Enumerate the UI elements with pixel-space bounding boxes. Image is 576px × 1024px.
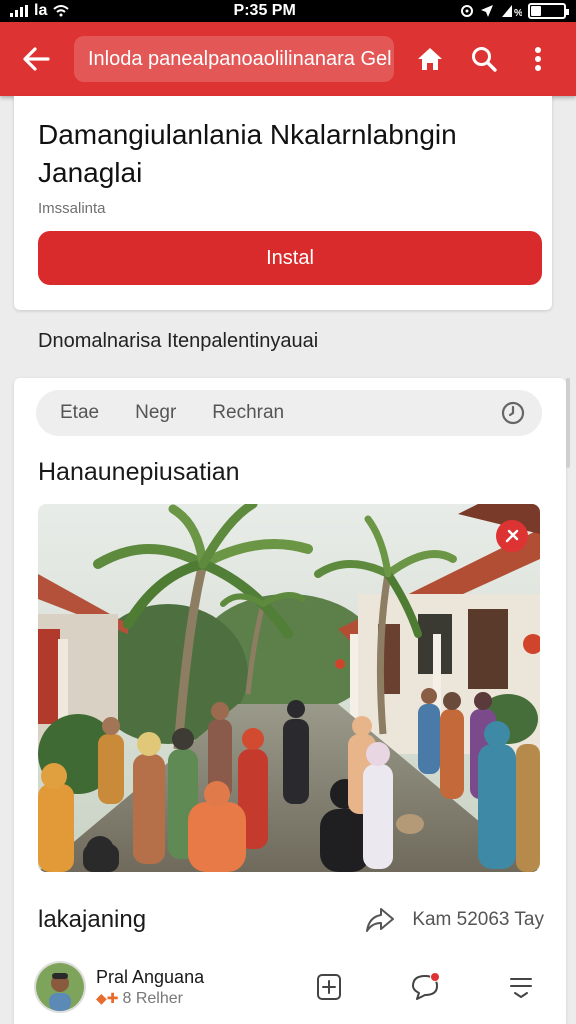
close-icon <box>505 529 519 543</box>
notification-dot <box>430 972 440 982</box>
photo-badge[interactable] <box>496 520 528 552</box>
author-meta: ◆✚ 8 Relher <box>96 990 204 1008</box>
share-button[interactable] <box>360 900 400 940</box>
add-post-icon <box>317 974 341 1000</box>
search-button[interactable] <box>460 35 508 83</box>
feed-card: Etae Negr Rechran Hanaunepiusatian lakaj… <box>14 378 566 1024</box>
add-post-button[interactable] <box>312 970 346 1004</box>
wifi-icon <box>53 5 69 17</box>
post-photo[interactable] <box>38 504 540 872</box>
location-arrow-icon <box>481 5 493 17</box>
status-left: la <box>10 2 69 20</box>
avatar-image <box>36 963 84 1011</box>
scrollbar[interactable] <box>566 378 570 468</box>
app-bar: Inloda panealpanoaolilinanara Gel <box>0 22 576 96</box>
install-button[interactable]: Instal <box>38 231 542 285</box>
author-info: Pral Anguana ◆✚ 8 Relher <box>96 967 204 1008</box>
filter-chip[interactable]: Rechran <box>212 402 284 424</box>
author-meta-text: 8 Relher <box>122 989 183 1007</box>
sync-icon <box>461 5 473 17</box>
menu-lines-icon <box>510 978 532 998</box>
app-title: Damangiulanlania Nkalarnlabngin Janaglai <box>38 119 457 188</box>
menu-button[interactable] <box>504 970 538 1004</box>
chat-button[interactable] <box>408 970 442 1004</box>
carrier-label: la <box>34 2 48 19</box>
search-icon <box>472 47 497 72</box>
post-stats: Kam 52063 Tay <box>412 909 544 930</box>
app-bar-actions <box>406 35 562 83</box>
feed-heading: Hanaunepiusatian <box>38 458 240 486</box>
author-name[interactable]: Pral Anguana <box>96 967 204 988</box>
home-button[interactable] <box>406 35 454 83</box>
share-icon <box>366 908 395 932</box>
status-right: % <box>460 3 569 19</box>
signal-icon <box>10 5 28 17</box>
back-arrow-icon <box>23 47 50 71</box>
filter-chip[interactable]: Negr <box>135 402 176 424</box>
post-meta-row: lakajaning Kam 52063 Tay <box>38 900 544 940</box>
status-bar: la P:35 PM % <box>0 0 576 22</box>
home-icon <box>418 48 442 70</box>
app-bar-title[interactable]: Inloda panealpanoaolilinanara Gel <box>74 36 394 82</box>
more-button[interactable] <box>514 35 562 83</box>
community-gathering-photo <box>38 504 540 872</box>
more-vertical-icon <box>535 47 541 71</box>
svg-text:%: % <box>514 8 522 18</box>
avatar[interactable] <box>34 961 86 1013</box>
section-label: Dnomalnarisa Itenpalentinyauai <box>38 330 319 352</box>
clock-button[interactable] <box>500 400 526 426</box>
back-button[interactable] <box>14 37 58 81</box>
app-info-card: Damangiulanlania Nkalarnlabngin Janaglai… <box>14 96 552 310</box>
clock: P:35 PM <box>233 2 296 19</box>
hearts-icon: ◆✚ <box>96 990 119 1006</box>
post-actions <box>312 970 544 1004</box>
battery-icon <box>528 3 569 19</box>
app-subtitle: Imssalinta <box>38 200 106 217</box>
author-row: Pral Anguana ◆✚ 8 Relher <box>34 958 544 1016</box>
post-title: lakajaning <box>38 906 147 933</box>
cell-signal-icon: % <box>502 5 522 18</box>
filter-chip[interactable]: Etae <box>60 402 99 424</box>
filter-bar[interactable]: Etae Negr Rechran <box>36 390 542 436</box>
clock-icon <box>501 401 525 425</box>
